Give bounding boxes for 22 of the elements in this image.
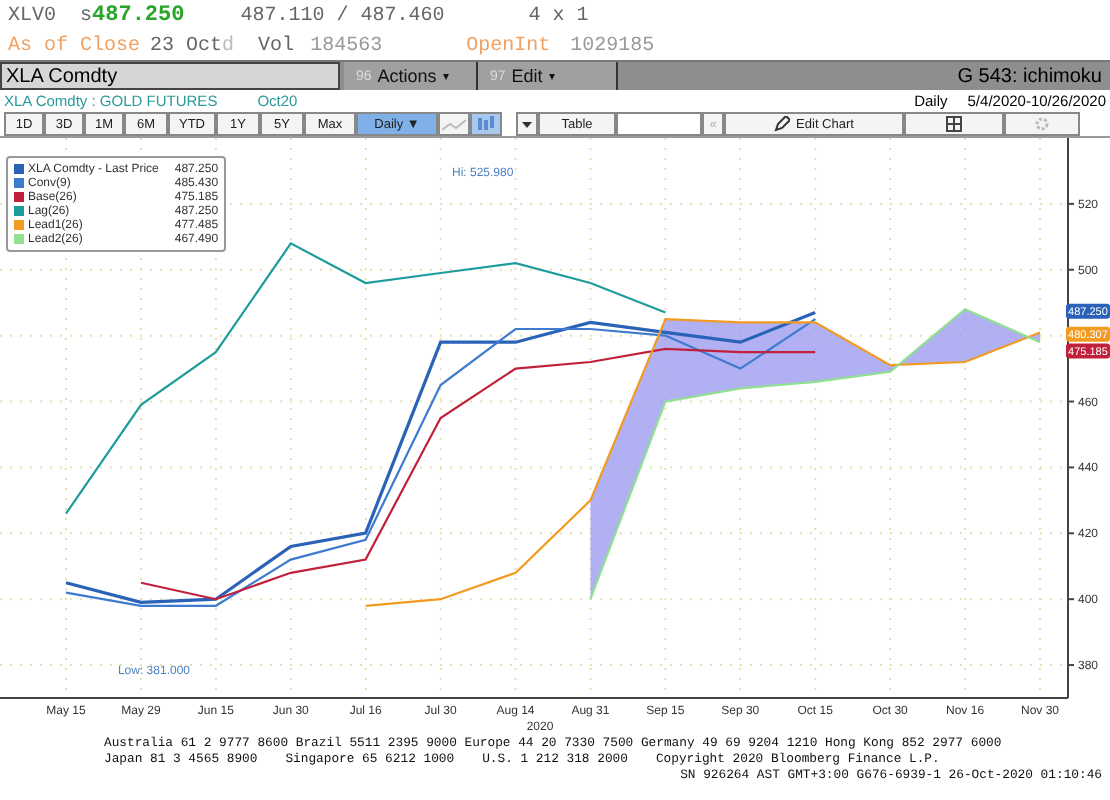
close-date: 23 Oct [150,35,223,57]
volume-label: Vol [258,35,295,57]
security-field[interactable]: XLA Comdty [0,62,340,90]
chart-input-field[interactable] [616,112,702,136]
settings-icon[interactable] [1004,112,1080,136]
caret-icon [522,121,532,127]
pencil-icon [774,116,791,132]
grid-icon[interactable] [904,112,1004,136]
bid-ask-quote: 487.110 / 487.460 [240,5,445,27]
page-title: G 543: ichimoku [957,63,1104,90]
bar-chart-icon[interactable] [470,112,502,136]
ticker-symbol: XLV0 [8,5,57,27]
quote-size: 4 x 1 [528,5,589,27]
dropdown-arrow-button[interactable] [516,112,538,136]
price-prefix: s [80,5,93,27]
volume-value: 184563 [310,35,383,57]
date-suffix-label: d [222,35,235,57]
last-price: 487.250 [92,4,185,28]
open-interest-label: OpenInt [466,35,551,57]
line-chart-icon[interactable] [438,112,470,136]
close-label: As of Close [8,35,141,57]
open-interest-value: 1029185 [570,35,655,57]
